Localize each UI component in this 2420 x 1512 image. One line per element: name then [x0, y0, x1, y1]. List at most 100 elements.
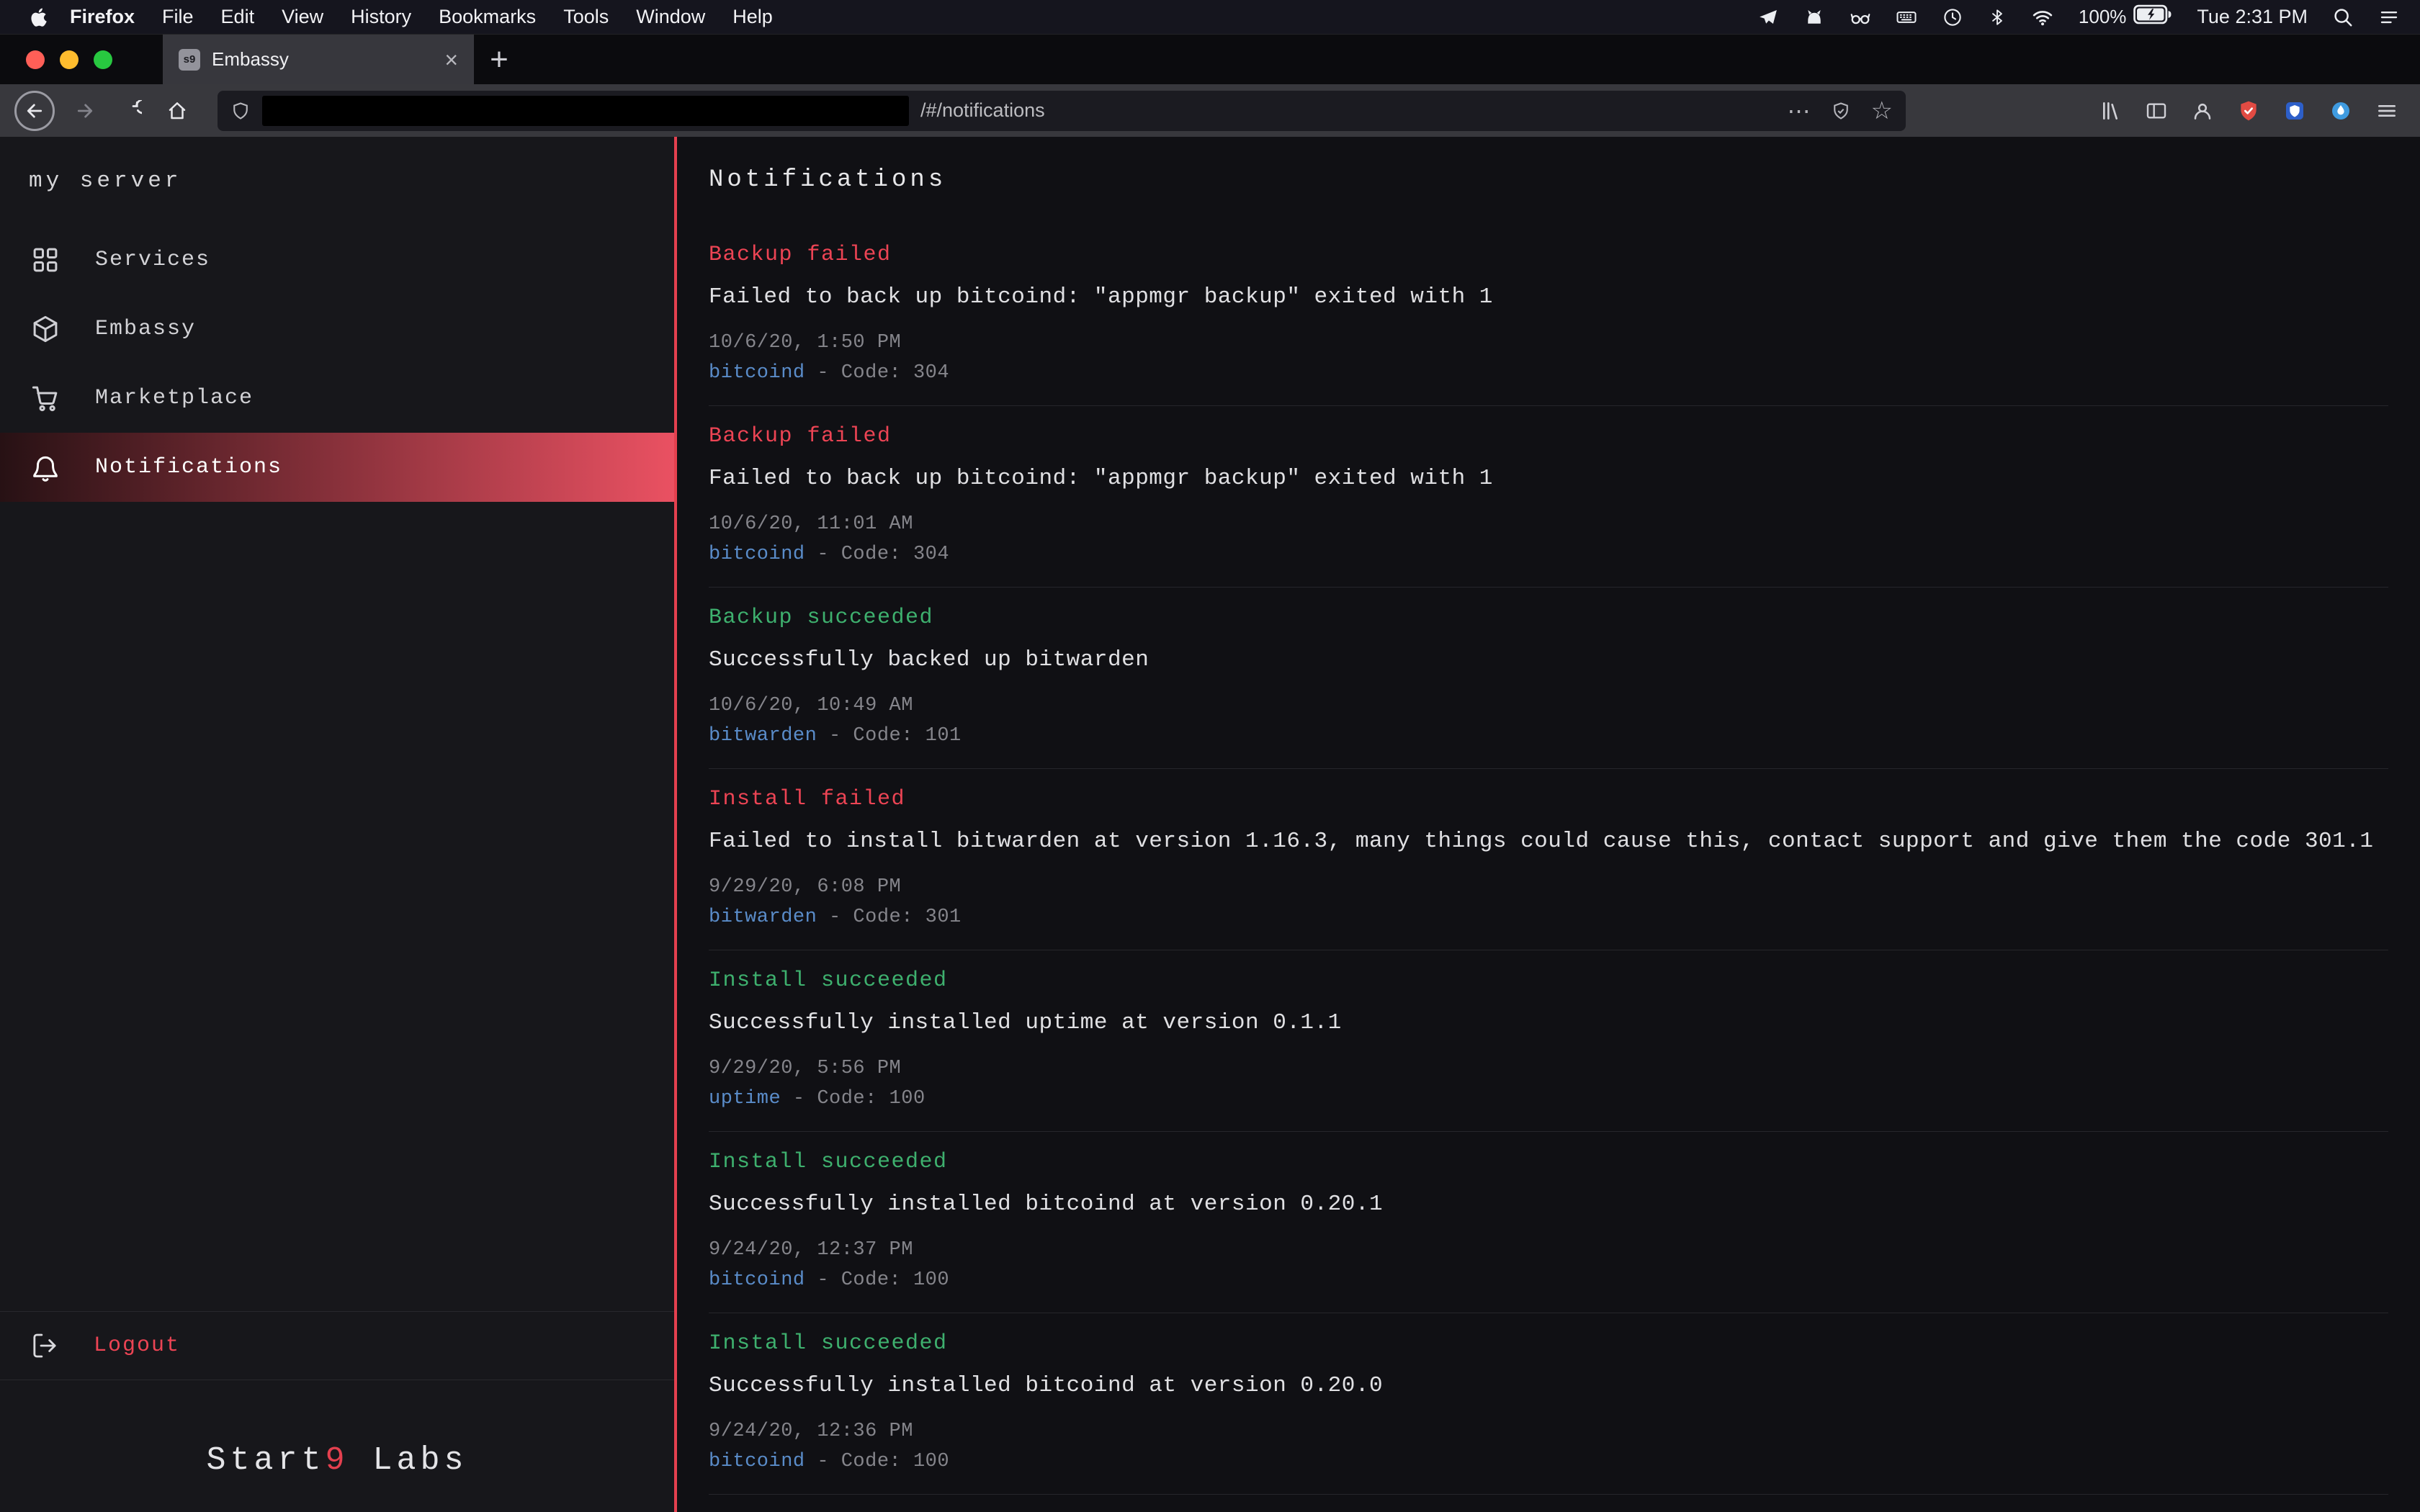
sidebar-item-label: Notifications — [95, 455, 282, 480]
home-button[interactable] — [157, 91, 197, 131]
notification-title: Backup failed — [709, 242, 2388, 268]
server-name: my server — [0, 137, 674, 194]
notification-service-link[interactable]: bitcoind — [709, 362, 805, 384]
notification-title: Backup failed — [709, 423, 2388, 449]
minimize-window-button[interactable] — [60, 50, 79, 69]
notification-item: Install succeeded Successfully installed… — [709, 1313, 2388, 1495]
notification-title: Backup succeeded — [709, 605, 2388, 631]
sidebar-nav: Services Embassy Marketplace Notificatio… — [0, 225, 674, 502]
notification-item: Backup failed Failed to back up bitcoind… — [709, 225, 2388, 406]
sidebar-item-notifications[interactable]: Notifications — [0, 433, 674, 502]
notification-code: - Code: 100 — [781, 1088, 925, 1110]
telegram-icon[interactable] — [1757, 6, 1779, 28]
page-shield-icon[interactable] — [1831, 101, 1851, 121]
menu-hamburger-icon[interactable] — [2375, 99, 2398, 122]
menubar-item-bookmarks[interactable]: Bookmarks — [425, 6, 550, 28]
browser-tabbar: s9 Embassy × + — [0, 34, 2420, 84]
macos-menubar: Firefox File Edit View History Bookmarks… — [0, 0, 2420, 34]
notification-message: Failed to install bitwarden at version 1… — [709, 828, 2388, 855]
notification-service-link[interactable]: bitwarden — [709, 906, 817, 928]
library-icon[interactable] — [2099, 99, 2122, 122]
tab-title: Embassy — [212, 48, 429, 71]
url-input[interactable]: /#/notifications ⋯ ☆ — [218, 91, 1906, 131]
keyboard-icon[interactable] — [1896, 6, 1917, 28]
account-icon[interactable] — [2191, 99, 2214, 122]
cart-icon — [30, 383, 60, 413]
menubar-clock[interactable]: Tue 2:31 PM — [2197, 6, 2308, 28]
zoom-window-button[interactable] — [94, 50, 112, 69]
back-button[interactable] — [14, 91, 55, 131]
notification-service-link[interactable]: bitwarden — [709, 725, 817, 747]
notification-meta: bitcoind - Code: 100 — [709, 1451, 2388, 1472]
reload-button[interactable] — [111, 91, 151, 131]
brand-start: Start — [206, 1442, 325, 1479]
battery-icon — [2133, 4, 2172, 30]
bluetooth-icon[interactable] — [1988, 6, 2007, 28]
notification-message: Successfully installed uptime at version… — [709, 1009, 2388, 1036]
notification-meta: uptime - Code: 100 — [709, 1088, 2388, 1110]
apple-icon[interactable] — [29, 6, 50, 28]
sidebar-toggle-icon[interactable] — [2145, 99, 2168, 122]
extension-icon-red-shield[interactable] — [2237, 99, 2260, 122]
sidebar-item-marketplace[interactable]: Marketplace — [0, 364, 674, 433]
url-visible-text: /#/notifications — [920, 99, 1776, 122]
notification-message: Successfully installed bitcoind at versi… — [709, 1372, 2388, 1399]
menubar-item-file[interactable]: File — [148, 6, 207, 28]
new-tab-button[interactable]: + — [474, 35, 524, 84]
app-silhouette-icon[interactable] — [1803, 6, 1825, 28]
menubar-item-firefox[interactable]: Firefox — [56, 6, 148, 28]
notification-item: Backup succeeded Successfully backed up … — [709, 588, 2388, 769]
clock-icon[interactable] — [1942, 6, 1963, 28]
page-title: Notifications — [709, 166, 2388, 194]
notification-item: Install succeeded Successfully installed… — [709, 950, 2388, 1132]
extension-icon-blue-shield[interactable] — [2283, 99, 2306, 122]
notification-message: Failed to back up bitcoind: "appmgr back… — [709, 465, 2388, 492]
notification-service-link[interactable]: bitcoind — [709, 544, 805, 565]
notification-service-link[interactable]: uptime — [709, 1088, 781, 1110]
tab-close-icon[interactable]: × — [440, 48, 462, 71]
notification-timestamp: 9/24/20, 12:36 PM — [709, 1421, 2388, 1442]
notification-item: Install succeeded Successfully installed… — [709, 1132, 2388, 1313]
notification-timestamp: 10/6/20, 11:01 AM — [709, 513, 2388, 535]
browser-tab-embassy[interactable]: s9 Embassy × — [163, 35, 474, 84]
notification-title: Install succeeded — [709, 1149, 2388, 1175]
battery-status[interactable]: 100% — [2079, 4, 2173, 30]
logout-button[interactable]: Logout — [0, 1311, 674, 1380]
menubar-menus: Firefox File Edit View History Bookmarks… — [29, 6, 786, 28]
extension-icon-blue-drop[interactable] — [2329, 99, 2352, 122]
embassy-app: my server Services Embassy Marketplace N… — [0, 137, 2420, 1512]
sidebar-item-services[interactable]: Services — [0, 225, 674, 294]
notification-meta: bitcoind - Code: 304 — [709, 362, 2388, 384]
page-actions-icon[interactable]: ⋯ — [1788, 99, 1811, 122]
sidebar-item-embassy[interactable]: Embassy — [0, 294, 674, 364]
notification-meta: bitcoind - Code: 304 — [709, 544, 2388, 565]
menubar-item-window[interactable]: Window — [622, 6, 719, 28]
notification-message: Successfully installed bitcoind at versi… — [709, 1191, 2388, 1218]
menubar-item-view[interactable]: View — [268, 6, 337, 28]
bookmark-star-icon[interactable]: ☆ — [1871, 99, 1893, 123]
notification-meta: bitwarden - Code: 101 — [709, 725, 2388, 747]
notification-timestamp: 10/6/20, 1:50 PM — [709, 332, 2388, 354]
tracking-protection-shield-icon[interactable] — [230, 101, 251, 121]
menubar-item-edit[interactable]: Edit — [207, 6, 269, 28]
notification-code: - Code: 101 — [817, 725, 961, 747]
cube-icon — [30, 314, 60, 344]
battery-percent-label: 100% — [2079, 6, 2127, 28]
sidebar-spacer — [0, 502, 674, 1311]
sidebar-item-label: Embassy — [95, 317, 196, 341]
menubar-item-tools[interactable]: Tools — [550, 6, 622, 28]
notification-code: - Code: 304 — [805, 544, 949, 565]
spotlight-search-icon[interactable] — [2332, 6, 2354, 28]
glasses-icon[interactable] — [1850, 6, 1871, 28]
notification-center-icon[interactable] — [2378, 6, 2400, 28]
notification-service-link[interactable]: bitcoind — [709, 1451, 805, 1472]
forward-button[interactable] — [65, 91, 105, 131]
brand-labs: Labs — [349, 1442, 468, 1479]
close-window-button[interactable] — [26, 50, 45, 69]
menubar-item-history[interactable]: History — [337, 6, 425, 28]
notification-service-link[interactable]: bitcoind — [709, 1269, 805, 1291]
menubar-item-help[interactable]: Help — [719, 6, 786, 28]
notification-meta: bitwarden - Code: 301 — [709, 906, 2388, 928]
wifi-icon[interactable] — [2031, 6, 2054, 28]
notification-code: - Code: 304 — [805, 362, 949, 384]
